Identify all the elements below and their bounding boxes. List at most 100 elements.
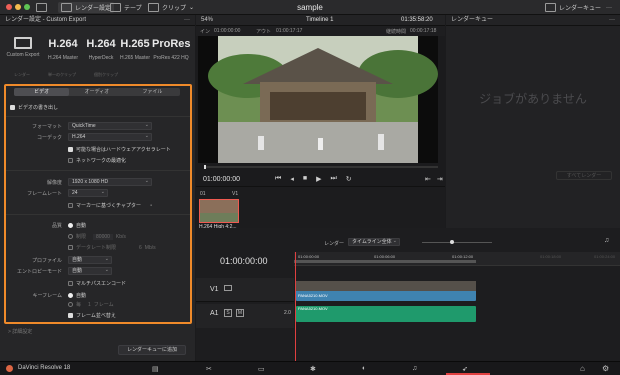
zoom-slider-handle[interactable] — [450, 240, 454, 244]
single-clip-option[interactable]: 単一のクリップ — [48, 72, 76, 78]
multipass-row[interactable]: マルチパスエンコード — [68, 280, 126, 287]
trash-icon[interactable]: ▪ — [150, 203, 152, 209]
timeline-ruler[interactable]: 01:00:00:00 01:00:06:00 01:00:12:00 01:0… — [294, 252, 620, 266]
clip-thumbnail[interactable] — [199, 199, 239, 223]
play-icon[interactable]: ▶ — [316, 175, 321, 183]
export-video-checkbox[interactable] — [10, 105, 15, 110]
network-optimize-checkbox[interactable] — [68, 158, 73, 163]
preset-custom-export[interactable]: Custom Export — [4, 36, 42, 62]
preset-prores[interactable]: ProRes ProRes 422 HQ — [152, 36, 191, 62]
audio-icon[interactable]: ♫ — [604, 237, 609, 244]
chapter-label: マーカーに基づくチャプター — [76, 203, 141, 209]
go-to-end-icon[interactable]: ⏭ — [330, 175, 336, 183]
advanced-settings-toggle[interactable]: > 詳細設定 — [8, 328, 32, 335]
keyframe-auto-row[interactable]: 自動 — [68, 292, 86, 299]
multipass-checkbox[interactable] — [68, 281, 73, 286]
preset-h264-master[interactable]: H.264 H.264 Master — [44, 36, 82, 62]
timeline-name[interactable]: Timeline 1 — [306, 15, 333, 26]
network-optimize-row[interactable]: ネットワークの最適化 — [68, 157, 126, 164]
individual-clips-option[interactable]: 個別クリップ — [94, 72, 118, 78]
render-settings-icon — [61, 3, 72, 12]
v1-label: V1 — [210, 286, 219, 293]
clip-toggle[interactable]: クリップ ⌄ — [148, 2, 194, 13]
frame-reorder-row[interactable]: フレーム並べ替え — [68, 312, 116, 319]
fusion-page-icon[interactable]: ✱ — [310, 365, 316, 373]
monitor-icon[interactable] — [224, 285, 232, 291]
format-select[interactable]: QuickTime — [68, 122, 152, 130]
scrubber-bar[interactable] — [204, 166, 438, 168]
media-page-icon[interactable]: ▤ — [152, 365, 159, 373]
deliver-page-icon: ➶ — [462, 366, 468, 373]
home-icon[interactable]: ⌂ — [580, 364, 585, 373]
scrubber-handle[interactable] — [204, 165, 206, 169]
step-back-icon[interactable]: ◂ — [290, 175, 294, 183]
mark-in-icon[interactable]: ⇤ — [425, 175, 431, 183]
add-to-render-queue-button[interactable]: レンダーキューに追加 — [118, 345, 186, 355]
mute-button[interactable]: M — [236, 309, 244, 317]
tab-video[interactable]: ビデオ — [14, 88, 70, 96]
codec-select[interactable]: H.264 — [68, 133, 152, 141]
quality-auto-row[interactable]: 自動 — [68, 222, 86, 229]
quality-limit-row[interactable]: 制限 80000 Kb/s — [68, 233, 126, 240]
edit-page-icon[interactable]: ▭ — [258, 365, 265, 373]
profile-select[interactable]: 自動 — [68, 256, 112, 264]
data-rate-checkbox[interactable] — [68, 245, 73, 250]
fairlight-page-icon[interactable]: ♫ — [412, 365, 417, 372]
tab-file[interactable]: ファイル — [125, 88, 180, 96]
frame-reorder-checkbox[interactable] — [68, 313, 73, 318]
video-clip[interactable]: PANA5210.MOV — [296, 281, 476, 301]
chapter-row[interactable]: マーカーに基づくチャプター ▪ — [68, 202, 152, 209]
deliver-page-tab[interactable] — [446, 362, 490, 375]
keyframe-every-radio[interactable] — [68, 302, 73, 307]
zoom-level[interactable]: 54% — [201, 15, 213, 26]
project-title: sample — [297, 3, 323, 12]
zoom-slider[interactable] — [422, 242, 492, 243]
preset-h265-master[interactable]: H.265 H.265 Master — [116, 36, 154, 62]
more-icon[interactable]: ··· — [184, 15, 190, 26]
keyframe-auto-radio[interactable] — [68, 293, 73, 298]
color-page-icon[interactable]: ◐ — [362, 365, 366, 372]
more-icon[interactable]: ··· — [609, 15, 615, 26]
mark-out-icon[interactable]: ⇥ — [437, 175, 443, 183]
media-pool-button[interactable] — [36, 2, 47, 13]
framerate-select[interactable]: 24 — [68, 189, 108, 197]
data-rate-value[interactable]: 6 — [139, 245, 142, 251]
resolution-select[interactable]: 1920 x 1080 HD — [68, 178, 152, 186]
export-video-row[interactable]: ビデオの書き出し — [10, 104, 58, 111]
hw-accel-checkbox[interactable] — [68, 147, 73, 152]
entropy-select[interactable]: 自動 — [68, 267, 112, 275]
audio-clip[interactable]: PANA5210.MOV — [296, 306, 476, 322]
render-settings-toggle[interactable]: レンダー設定 — [58, 2, 115, 13]
stop-icon[interactable]: ■ — [303, 175, 307, 183]
render-range-select[interactable]: タイムライン全体 — [348, 238, 400, 246]
keyframe-every-row[interactable]: 毎 1 フレーム — [68, 301, 114, 308]
quality-limit-radio[interactable] — [68, 234, 73, 239]
queue-header: レンダーキュー ··· — [446, 15, 620, 26]
tab-audio[interactable]: オーディオ — [69, 88, 124, 96]
render-all-button[interactable]: すべてレンダー — [556, 171, 612, 180]
tape-toggle[interactable]: テープ — [110, 2, 142, 13]
solo-button[interactable]: S — [224, 309, 232, 317]
hw-accel-row[interactable]: 可能な場合はハードウェアアクセラレート — [68, 146, 171, 153]
minimize-window-button[interactable] — [15, 4, 21, 10]
keyframe-num[interactable]: 1 — [88, 302, 91, 308]
go-to-start-icon[interactable]: ⏮ — [275, 175, 281, 183]
media-pool-icon — [36, 3, 47, 12]
close-window-button[interactable] — [6, 4, 12, 10]
preset-hyperdeck[interactable]: H.264 HyperDeck — [82, 36, 120, 62]
data-rate-row[interactable]: データレート制限 6 Mb/s — [68, 244, 156, 251]
limit-value-field[interactable]: 80000 — [93, 233, 113, 240]
playhead[interactable] — [295, 252, 296, 362]
cut-page-icon[interactable]: ✂ — [206, 365, 212, 373]
chapter-checkbox[interactable] — [68, 203, 73, 208]
zoom-window-button[interactable] — [24, 4, 30, 10]
video-viewer[interactable] — [198, 36, 438, 163]
timeline-panel: レンダー タイムライン全体 ♫ 01:00:00:00 01:00:00:00 … — [196, 228, 620, 365]
quality-auto-radio[interactable] — [68, 223, 73, 228]
loop-icon[interactable]: ↻ — [346, 175, 352, 183]
render-queue-toggle[interactable]: レンダーキュー — [545, 2, 601, 13]
settings-gear-icon[interactable]: ⚙ — [602, 364, 609, 373]
keyframe-every-label: 毎 — [76, 302, 82, 308]
more-menu-button[interactable]: ··· — [606, 2, 612, 13]
app-name: DaVinci Resolve 18 — [18, 365, 71, 371]
